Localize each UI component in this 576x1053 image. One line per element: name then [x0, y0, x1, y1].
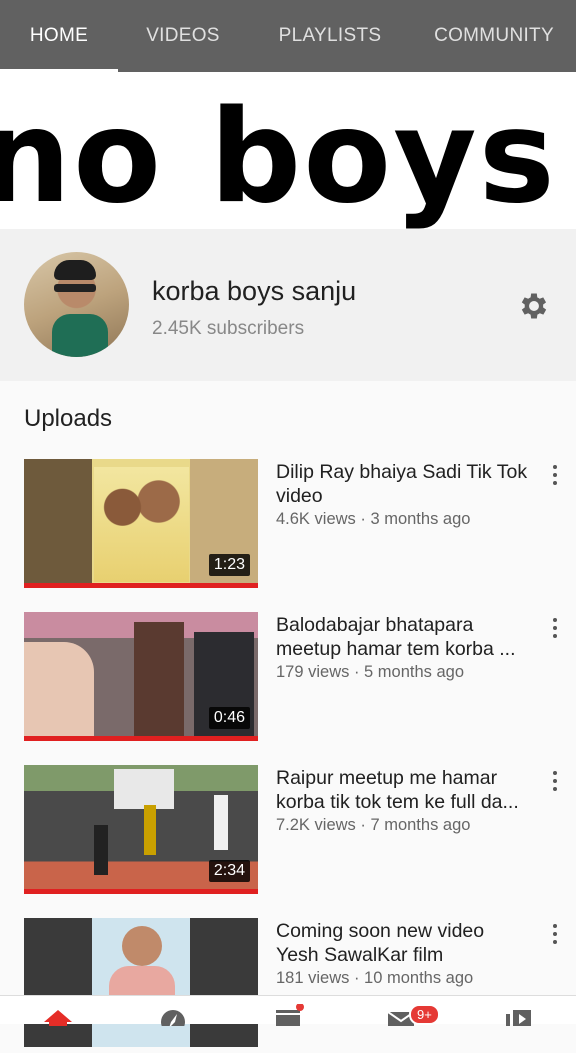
watched-progress-bar [24, 583, 258, 588]
video-item[interactable]: 1:23 Dilip Ray bhaiya Sadi Tik Tok video… [0, 459, 576, 594]
video-meta: 4.6K views · 3 months ago [276, 510, 471, 528]
video-item[interactable]: 2:34 Raipur meetup me hamar korba tik to… [0, 765, 576, 900]
video-title[interactable]: Raipur meetup me hamar korba tik tok tem… [276, 766, 538, 814]
tab-videos[interactable]: VIDEOS [118, 0, 248, 72]
video-title[interactable]: Balodabajar bhatapara meetup hamar tem k… [276, 613, 538, 661]
more-options-icon[interactable] [543, 767, 567, 795]
channel-tab-bar: HOME VIDEOS PLAYLISTS COMMUNITY [0, 0, 576, 72]
video-item[interactable]: 0:46 Balodabajar bhatapara meetup hamar … [0, 612, 576, 747]
gear-icon[interactable] [517, 289, 551, 323]
more-options-icon[interactable] [543, 920, 567, 948]
video-duration: 2:34 [208, 860, 250, 882]
video-meta: 181 views · 10 months ago [276, 969, 474, 987]
video-meta: 7.2K views · 7 months ago [276, 816, 471, 834]
video-duration: 0:46 [208, 707, 250, 729]
channel-name: korba boys sanju [152, 276, 357, 306]
tab-home[interactable]: HOME [0, 0, 118, 72]
more-options-icon[interactable] [543, 614, 567, 642]
more-options-icon[interactable] [543, 461, 567, 489]
video-thumbnail[interactable]: 2:34 [24, 765, 258, 894]
video-duration: 1:23 [208, 554, 250, 576]
subscriptions-icon[interactable] [272, 1004, 304, 1026]
video-item[interactable]: Coming soon new video Yesh SawalKar film… [0, 918, 576, 1053]
explore-icon[interactable] [157, 1004, 189, 1026]
channel-avatar[interactable] [24, 252, 129, 357]
watched-progress-bar [24, 736, 258, 741]
banner-text: no boys sanju [0, 83, 576, 229]
video-meta: 179 views · 5 months ago [276, 663, 465, 681]
watched-progress-bar [24, 889, 258, 894]
bottom-navigation-bar [0, 995, 576, 1026]
video-title[interactable]: Dilip Ray bhaiya Sadi Tik Tok video [276, 460, 538, 508]
video-thumbnail[interactable] [24, 918, 258, 1047]
tab-playlists[interactable]: PLAYLISTS [248, 0, 412, 72]
inbox-notification-badge: 9+ [409, 1004, 440, 1025]
library-icon[interactable] [502, 1004, 534, 1026]
home-icon[interactable] [42, 1004, 74, 1026]
video-title[interactable]: Coming soon new video Yesh SawalKar film [276, 919, 538, 967]
tab-community[interactable]: COMMUNITY [412, 0, 576, 72]
video-thumbnail[interactable]: 1:23 [24, 459, 258, 588]
subscriber-count: 2.45K subscribers [152, 318, 305, 339]
channel-header: korba boys sanju 2.45K subscribers [0, 229, 576, 381]
video-thumbnail[interactable]: 0:46 [24, 612, 258, 741]
section-title-uploads: Uploads [24, 405, 113, 432]
channel-banner: no boys sanju [0, 72, 576, 229]
